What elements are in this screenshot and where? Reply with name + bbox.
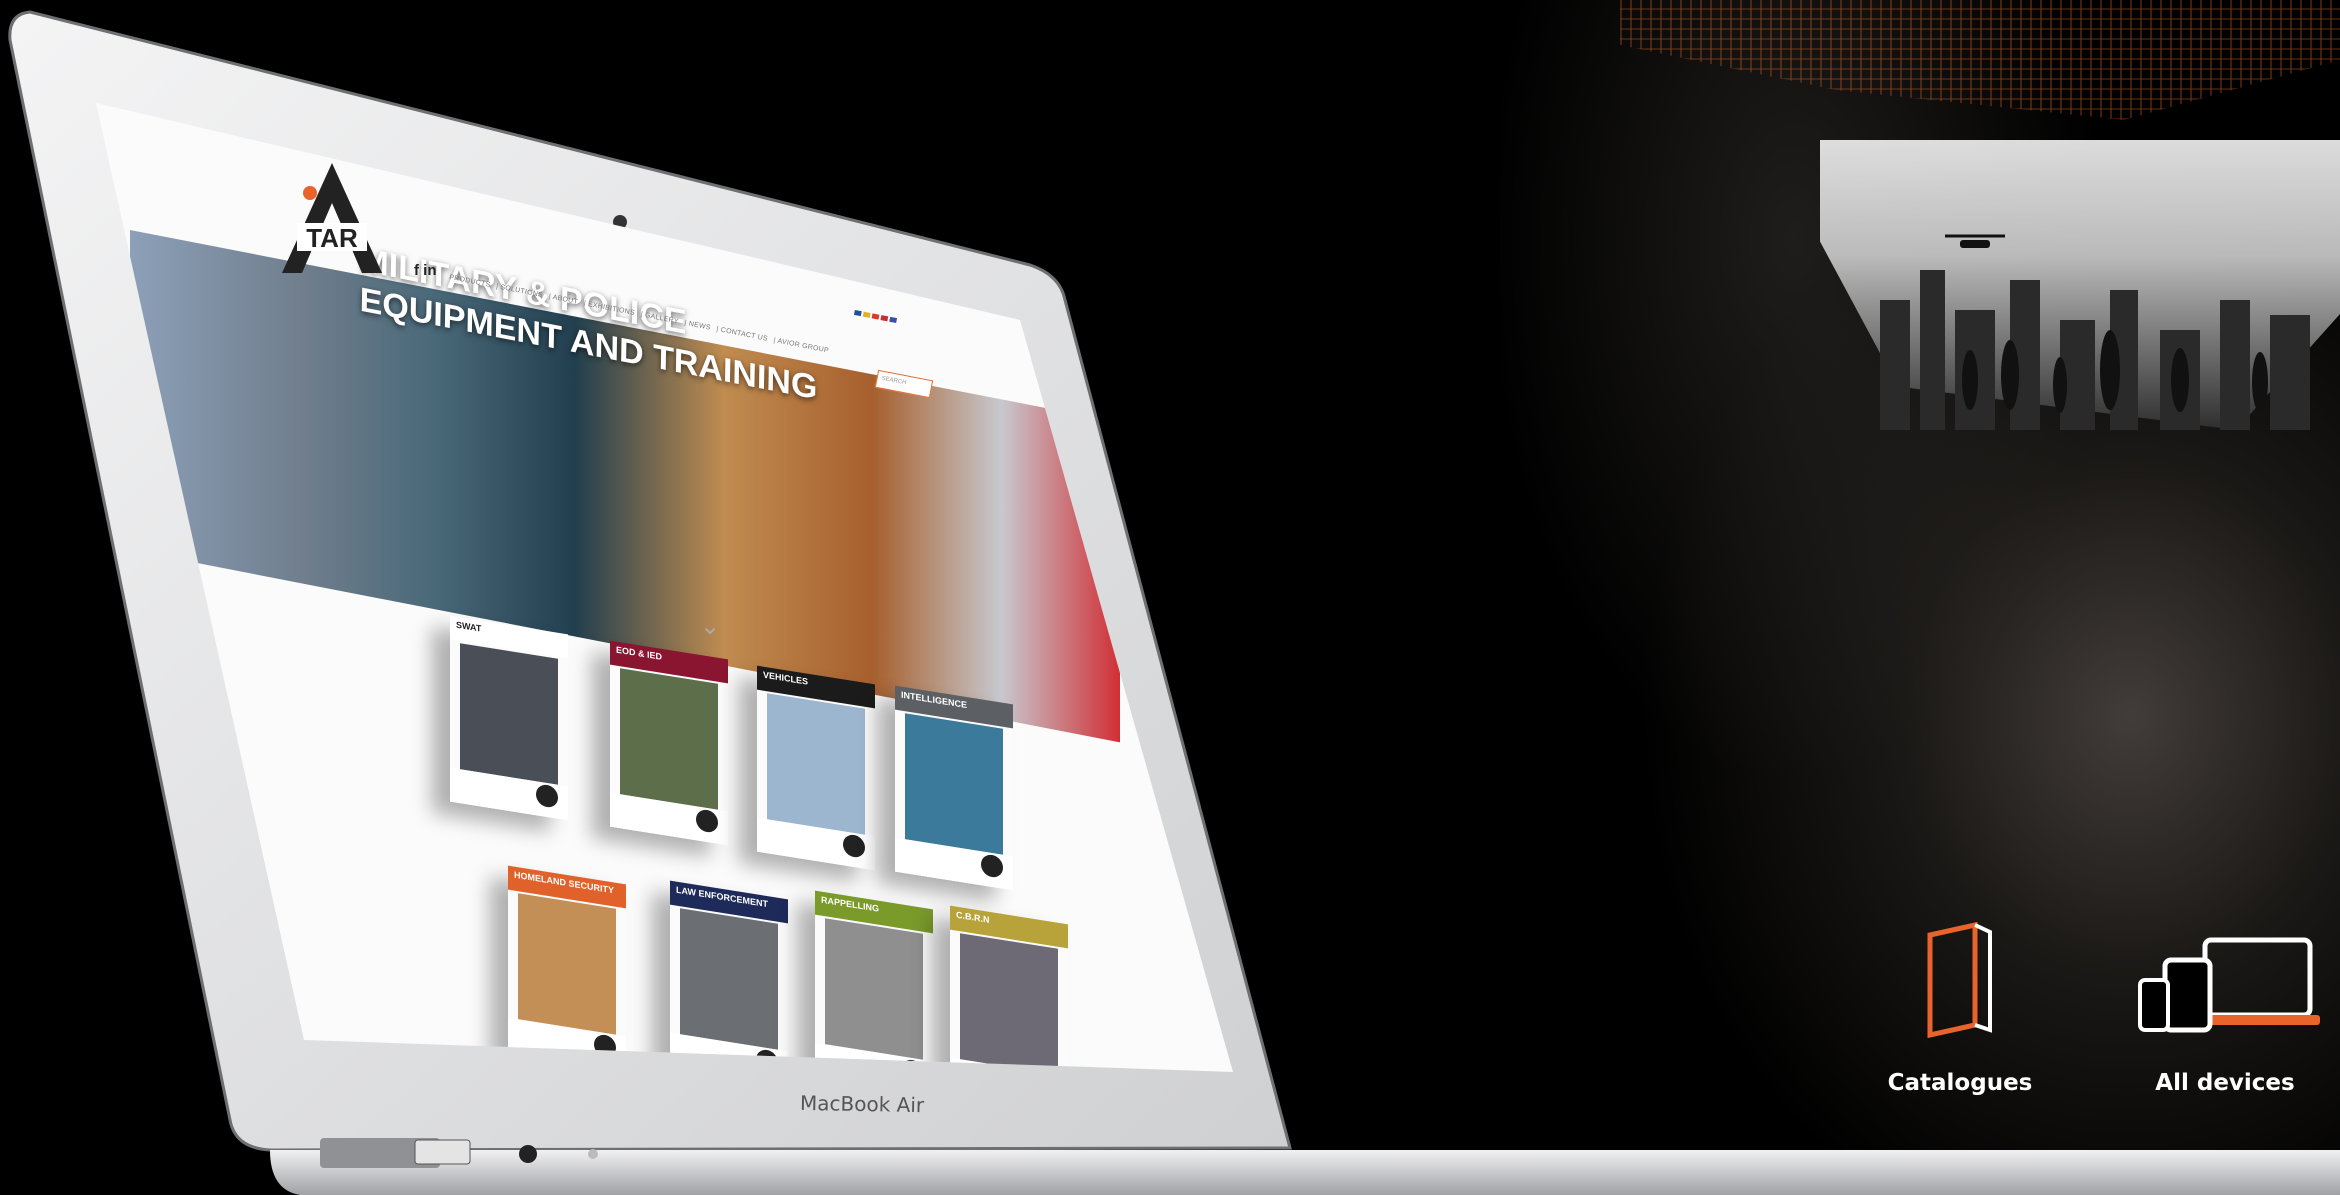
all-devices-icon	[2138, 937, 2320, 1033]
catalogue-homeland-security[interactable]: HOMELAND SECURITY	[508, 865, 626, 1071]
flag-es-icon[interactable]	[862, 311, 871, 318]
feature-all-devices: All devices	[2125, 920, 2325, 1096]
feature-catalogues: Catalogues	[1860, 920, 2060, 1096]
catalogue-intelligence[interactable]: INTELLIGENCE	[895, 685, 1013, 891]
feature-label: All devices	[2155, 1070, 2295, 1096]
flag-ru-icon[interactable]	[889, 316, 898, 324]
tar-logo[interactable]: TAR	[282, 163, 382, 273]
flag-en-icon[interactable]	[853, 309, 862, 317]
flag-pt-icon[interactable]	[880, 315, 889, 322]
catalogue-vehicles[interactable]: VEHICLES	[757, 665, 875, 871]
catalogue-book-icon	[1927, 921, 1992, 1039]
laptop-model-label: MacBook Air	[799, 1090, 925, 1118]
catalogue-swat[interactable]: SWAT	[450, 615, 568, 821]
flag-fr-icon[interactable]	[871, 313, 880, 320]
feature-label: Catalogues	[1887, 1070, 2033, 1096]
feature-list: Catalogues All devices	[1860, 920, 2340, 1120]
catalogue-eod-ied[interactable]: EOD & IED	[610, 640, 728, 846]
social-links[interactable]: f in	[414, 262, 437, 279]
logo-runner-icon	[303, 186, 317, 200]
logo-text: TAR	[306, 223, 358, 253]
chevron-down-icon[interactable]: ⌄	[700, 612, 720, 640]
